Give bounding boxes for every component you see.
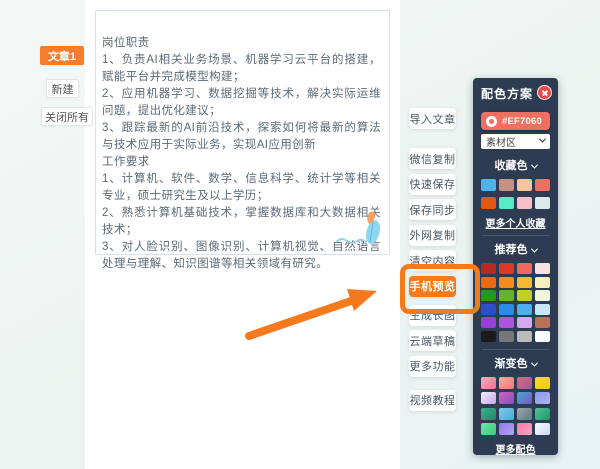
color-swatch[interactable] [517,197,532,209]
color-swatch[interactable] [499,263,514,274]
tab-article-1[interactable]: 文章1 [40,46,84,65]
color-swatch[interactable] [499,331,514,342]
favorites-section-toggle[interactable]: 收藏色 [481,157,550,173]
color-swatch[interactable] [499,304,514,315]
color-swatch[interactable] [535,263,550,274]
editor-paragraph: 岗位职责 [102,35,381,52]
color-swatch[interactable] [499,277,514,288]
chevron-down-icon [530,162,537,169]
gradient-swatch[interactable] [499,392,514,404]
more-color-schemes-link[interactable]: 更多配色 [481,441,550,456]
color-swatch[interactable] [535,331,550,342]
current-color-hex: #EF7060 [502,116,542,127]
divider [482,235,549,236]
toolbar-button-more-features[interactable]: 更多功能 [409,356,456,377]
editor-area[interactable]: 岗位职责1、负责AI相关业务场景、机器学习云平台的搭建，赋能平台并完成模型构建；… [95,10,390,255]
dropdown-value: 素材区 [486,134,536,149]
recommended-swatch-grid [481,263,550,342]
new-article-button[interactable]: 新建 [46,79,79,98]
gradients-section-toggle[interactable]: 渐变色 [481,355,550,371]
color-swatch[interactable] [481,197,496,209]
color-swatch[interactable] [499,179,514,191]
gradients-label: 渐变色 [495,358,528,370]
color-swatch[interactable] [535,290,550,301]
chevron-down-icon [530,246,537,253]
favorites-swatch-grid [481,179,550,209]
gradient-swatch[interactable] [499,377,514,389]
color-swatch[interactable] [517,317,532,328]
recommended-label: 推荐色 [495,244,528,256]
editor-paragraph: 1、负责AI相关业务场景、机器学习云平台的搭建，赋能平台并完成模型构建； [102,52,381,86]
gradient-swatch[interactable] [481,423,496,435]
color-swatch[interactable] [499,197,514,209]
recommended-section-toggle[interactable]: 推荐色 [481,241,550,257]
color-swatch[interactable] [481,304,496,315]
color-swatch[interactable] [481,277,496,288]
color-swatch[interactable] [535,277,550,288]
more-personal-favorites-link[interactable]: 更多个人收藏 [481,215,550,230]
close-all-button[interactable]: 关闭所有 [41,107,93,126]
toolbar-button-wechat-copy[interactable]: 微信复制 [409,148,456,169]
toolbar-button-phone-preview[interactable]: 手机预览 [409,276,456,297]
editor-paragraph: 3、跟踪最新的AI前沿技术，探索如何将最新的算法与技术应用于实际业务，实现AI应… [102,120,381,154]
color-swatch[interactable] [481,331,496,342]
gradient-swatch[interactable] [517,392,532,404]
gradient-swatch-grid [481,377,550,436]
color-panel-header: 配色方案 [481,85,550,103]
toolbar-button-save-sync[interactable]: 保存同步 [409,199,456,220]
toolbar-button-clear-content[interactable]: 清空内容 [409,250,456,271]
color-swatch[interactable] [481,290,496,301]
app-background: 文章1 新建 关闭所有 岗位职责1、负责AI相关业务场景、机器学习云平台的搭建，… [0,0,600,469]
chevron-down-icon [530,359,537,366]
toolbar-button-quick-save[interactable]: 快速保存 [409,174,456,195]
editor-paragraph: 工作要求 [102,154,381,171]
gradient-swatch[interactable] [535,408,550,420]
toolbar-button-external-copy[interactable]: 外网复制 [409,225,456,246]
color-scheme-panel: 配色方案 #EF7060 素材区 收藏色 更多个人收藏 推荐色 渐变色 更多配色… [473,78,558,455]
editor-paragraph: 1、计算机、软件、数学、信息科学、统计学等相关专业，硕士研究生及以上学历； [102,171,381,205]
toolbar-button-cloud-draft[interactable]: 云端草稿 [409,330,456,351]
color-swatch[interactable] [535,304,550,315]
gradient-swatch[interactable] [481,377,496,389]
gradient-swatch[interactable] [535,423,550,435]
color-swatch[interactable] [517,304,532,315]
color-swatch[interactable] [499,317,514,328]
divider [482,349,549,350]
gradient-swatch[interactable] [517,408,532,420]
color-swatch[interactable] [535,179,550,191]
color-swatch[interactable] [481,263,496,274]
toolbar-button-import-article[interactable]: 导入文章 [409,108,456,129]
color-swatch[interactable] [517,290,532,301]
side-toolbar: 导入文章微信复制快速保存保存同步外网复制清空内容手机预览生成长图云端草稿更多功能… [409,108,456,415]
color-panel-title: 配色方案 [481,87,533,101]
color-swatch[interactable] [535,197,550,209]
color-swatch[interactable] [517,331,532,342]
gradient-swatch[interactable] [535,392,550,404]
gradient-swatch[interactable] [517,423,532,435]
favorites-label: 收藏色 [495,160,528,172]
gradient-swatch[interactable] [517,377,532,389]
gradient-swatch[interactable] [499,423,514,435]
quill-decoration-icon [329,208,387,250]
chevron-down-icon [539,135,546,142]
color-swatch[interactable] [499,290,514,301]
toolbar-button-video-tutorial[interactable]: 视频教程 [409,390,456,411]
current-color-pill[interactable]: #EF7060 [481,112,550,130]
color-swatch[interactable] [535,317,550,328]
gradient-swatch[interactable] [481,408,496,420]
close-icon[interactable] [537,85,552,100]
gradient-swatch[interactable] [535,377,550,389]
color-swatch[interactable] [517,277,532,288]
color-swatch[interactable] [517,263,532,274]
color-swatch[interactable] [481,317,496,328]
gradient-swatch[interactable] [499,408,514,420]
color-dot-icon [486,116,497,127]
toolbar-button-generate-long-image[interactable]: 生成长图 [409,305,456,326]
material-zone-dropdown[interactable]: 素材区 [481,134,550,149]
gradient-swatch[interactable] [481,392,496,404]
color-swatch[interactable] [517,179,532,191]
editor-paragraph: 2、应用机器学习、数据挖掘等技术，解决实际运维问题，提出优化建议； [102,86,381,120]
color-swatch[interactable] [481,179,496,191]
